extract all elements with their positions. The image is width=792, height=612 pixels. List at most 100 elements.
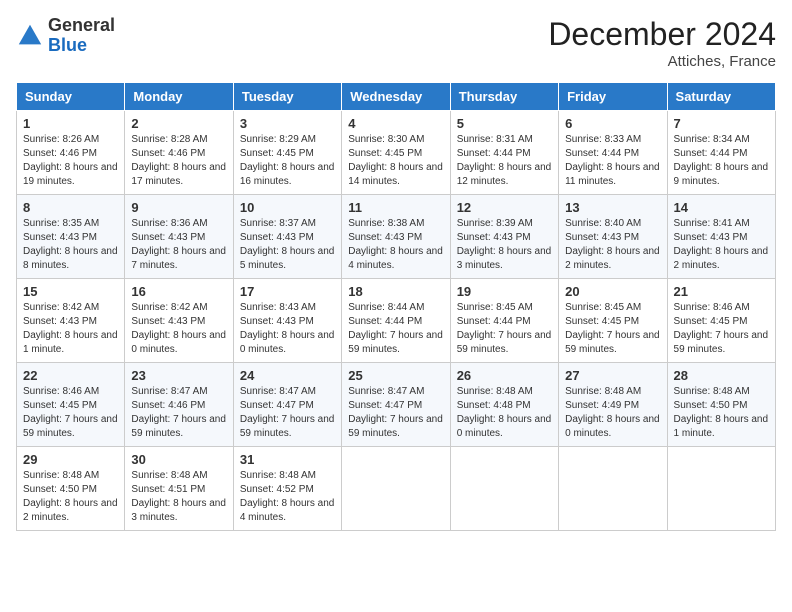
day-info: Sunrise: 8:48 AMSunset: 4:49 PMDaylight:… xyxy=(565,385,660,441)
day-info: Sunrise: 8:47 AMSunset: 4:46 PMDaylight:… xyxy=(131,385,226,441)
day-info: Sunrise: 8:42 AMSunset: 4:43 PMDaylight:… xyxy=(131,301,226,357)
weekday-header-row: SundayMondayTuesdayWednesdayThursdayFrid… xyxy=(17,83,776,111)
day-info: Sunrise: 8:43 AMSunset: 4:43 PMDaylight:… xyxy=(240,301,335,357)
day-info: Sunrise: 8:45 AMSunset: 4:45 PMDaylight:… xyxy=(565,301,660,357)
day-number: 11 xyxy=(348,200,443,215)
calendar-cell: 3 Sunrise: 8:29 AMSunset: 4:45 PMDaylight… xyxy=(233,111,341,195)
week-row-2: 8 Sunrise: 8:35 AMSunset: 4:43 PMDaylight… xyxy=(17,195,776,279)
day-info: Sunrise: 8:37 AMSunset: 4:43 PMDaylight:… xyxy=(240,217,335,273)
calendar-cell: 9 Sunrise: 8:36 AMSunset: 4:43 PMDaylight… xyxy=(125,195,233,279)
calendar-cell: 5 Sunrise: 8:31 AMSunset: 4:44 PMDaylight… xyxy=(450,111,558,195)
day-number: 22 xyxy=(23,368,118,383)
calendar-cell: 19 Sunrise: 8:45 AMSunset: 4:44 PMDayligh… xyxy=(450,279,558,363)
day-number: 15 xyxy=(23,284,118,299)
calendar-cell xyxy=(450,447,558,531)
day-number: 29 xyxy=(23,452,118,467)
day-info: Sunrise: 8:46 AMSunset: 4:45 PMDaylight:… xyxy=(23,385,118,441)
weekday-header-tuesday: Tuesday xyxy=(233,83,341,111)
day-info: Sunrise: 8:48 AMSunset: 4:48 PMDaylight:… xyxy=(457,385,552,441)
day-number: 2 xyxy=(131,116,226,131)
day-number: 9 xyxy=(131,200,226,215)
day-info: Sunrise: 8:34 AMSunset: 4:44 PMDaylight:… xyxy=(674,133,769,189)
day-number: 5 xyxy=(457,116,552,131)
weekday-header-saturday: Saturday xyxy=(667,83,775,111)
week-row-1: 1 Sunrise: 8:26 AMSunset: 4:46 PMDaylight… xyxy=(17,111,776,195)
logo-blue: Blue xyxy=(48,36,115,56)
day-number: 21 xyxy=(674,284,769,299)
calendar-cell: 7 Sunrise: 8:34 AMSunset: 4:44 PMDaylight… xyxy=(667,111,775,195)
calendar-cell xyxy=(667,447,775,531)
day-info: Sunrise: 8:48 AMSunset: 4:52 PMDaylight:… xyxy=(240,469,335,525)
day-number: 6 xyxy=(565,116,660,131)
calendar-cell: 6 Sunrise: 8:33 AMSunset: 4:44 PMDaylight… xyxy=(559,111,667,195)
calendar-cell: 11 Sunrise: 8:38 AMSunset: 4:43 PMDayligh… xyxy=(342,195,450,279)
day-number: 23 xyxy=(131,368,226,383)
day-number: 25 xyxy=(348,368,443,383)
calendar-cell: 24 Sunrise: 8:47 AMSunset: 4:47 PMDayligh… xyxy=(233,363,341,447)
day-number: 3 xyxy=(240,116,335,131)
day-info: Sunrise: 8:48 AMSunset: 4:51 PMDaylight:… xyxy=(131,469,226,525)
calendar-cell: 15 Sunrise: 8:42 AMSunset: 4:43 PMDayligh… xyxy=(17,279,125,363)
day-number: 20 xyxy=(565,284,660,299)
title-block: December 2024 Attiches, France xyxy=(548,16,776,70)
day-info: Sunrise: 8:38 AMSunset: 4:43 PMDaylight:… xyxy=(348,217,443,273)
calendar-cell: 8 Sunrise: 8:35 AMSunset: 4:43 PMDaylight… xyxy=(17,195,125,279)
calendar-cell: 31 Sunrise: 8:48 AMSunset: 4:52 PMDayligh… xyxy=(233,447,341,531)
weekday-header-thursday: Thursday xyxy=(450,83,558,111)
calendar-cell: 28Sunrise: 8:48 AMSunset: 4:50 PMDayligh… xyxy=(667,363,775,447)
day-info: Sunrise: 8:47 AMSunset: 4:47 PMDaylight:… xyxy=(240,385,335,441)
logo-icon xyxy=(16,22,44,50)
day-info: Sunrise: 8:42 AMSunset: 4:43 PMDaylight:… xyxy=(23,301,118,357)
weekday-header-friday: Friday xyxy=(559,83,667,111)
day-number: 19 xyxy=(457,284,552,299)
day-number: 10 xyxy=(240,200,335,215)
day-number: 8 xyxy=(23,200,118,215)
day-number: 7 xyxy=(674,116,769,131)
week-row-3: 15 Sunrise: 8:42 AMSunset: 4:43 PMDayligh… xyxy=(17,279,776,363)
calendar-cell: 10 Sunrise: 8:37 AMSunset: 4:43 PMDayligh… xyxy=(233,195,341,279)
calendar-cell: 18Sunrise: 8:44 AMSunset: 4:44 PMDayligh… xyxy=(342,279,450,363)
day-number: 4 xyxy=(348,116,443,131)
calendar-cell: 20 Sunrise: 8:45 AMSunset: 4:45 PMDayligh… xyxy=(559,279,667,363)
day-number: 31 xyxy=(240,452,335,467)
month-title: December 2024 xyxy=(548,16,776,53)
day-number: 12 xyxy=(457,200,552,215)
calendar-cell: 26 Sunrise: 8:48 AMSunset: 4:48 PMDayligh… xyxy=(450,363,558,447)
day-info: Sunrise: 8:44 AMSunset: 4:44 PMDaylight:… xyxy=(348,301,443,357)
day-info: Sunrise: 8:48 AMSunset: 4:50 PMDaylight:… xyxy=(23,469,118,525)
calendar-cell: 12 Sunrise: 8:39 AMSunset: 4:43 PMDayligh… xyxy=(450,195,558,279)
day-info: Sunrise: 8:40 AMSunset: 4:43 PMDaylight:… xyxy=(565,217,660,273)
weekday-header-sunday: Sunday xyxy=(17,83,125,111)
calendar-cell: 4Sunrise: 8:30 AMSunset: 4:45 PMDaylight… xyxy=(342,111,450,195)
calendar-cell: 2Sunrise: 8:28 AMSunset: 4:46 PMDaylight… xyxy=(125,111,233,195)
day-info: Sunrise: 8:45 AMSunset: 4:44 PMDaylight:… xyxy=(457,301,552,357)
calendar-cell: 22 Sunrise: 8:46 AMSunset: 4:45 PMDayligh… xyxy=(17,363,125,447)
logo-text: General Blue xyxy=(48,16,115,56)
calendar-cell: 16 Sunrise: 8:42 AMSunset: 4:43 PMDayligh… xyxy=(125,279,233,363)
day-info: Sunrise: 8:26 AMSunset: 4:46 PMDaylight:… xyxy=(23,133,118,189)
week-row-4: 22 Sunrise: 8:46 AMSunset: 4:45 PMDayligh… xyxy=(17,363,776,447)
day-number: 24 xyxy=(240,368,335,383)
weekday-header-wednesday: Wednesday xyxy=(342,83,450,111)
day-info: Sunrise: 8:36 AMSunset: 4:43 PMDaylight:… xyxy=(131,217,226,273)
day-info: Sunrise: 8:29 AMSunset: 4:45 PMDaylight:… xyxy=(240,133,335,189)
location: Attiches, France xyxy=(548,53,776,70)
day-number: 14 xyxy=(674,200,769,215)
calendar-cell xyxy=(342,447,450,531)
day-number: 1 xyxy=(23,116,118,131)
calendar-cell xyxy=(559,447,667,531)
calendar-cell: 17 Sunrise: 8:43 AMSunset: 4:43 PMDayligh… xyxy=(233,279,341,363)
logo-general: General xyxy=(48,16,115,36)
day-number: 17 xyxy=(240,284,335,299)
day-info: Sunrise: 8:39 AMSunset: 4:43 PMDaylight:… xyxy=(457,217,552,273)
weekday-header-monday: Monday xyxy=(125,83,233,111)
day-number: 26 xyxy=(457,368,552,383)
calendar-cell: 13Sunrise: 8:40 AMSunset: 4:43 PMDayligh… xyxy=(559,195,667,279)
calendar-cell: 25Sunrise: 8:47 AMSunset: 4:47 PMDayligh… xyxy=(342,363,450,447)
day-info: Sunrise: 8:31 AMSunset: 4:44 PMDaylight:… xyxy=(457,133,552,189)
day-number: 30 xyxy=(131,452,226,467)
day-number: 16 xyxy=(131,284,226,299)
day-info: Sunrise: 8:33 AMSunset: 4:44 PMDaylight:… xyxy=(565,133,660,189)
day-info: Sunrise: 8:35 AMSunset: 4:43 PMDaylight:… xyxy=(23,217,118,273)
day-number: 27 xyxy=(565,368,660,383)
